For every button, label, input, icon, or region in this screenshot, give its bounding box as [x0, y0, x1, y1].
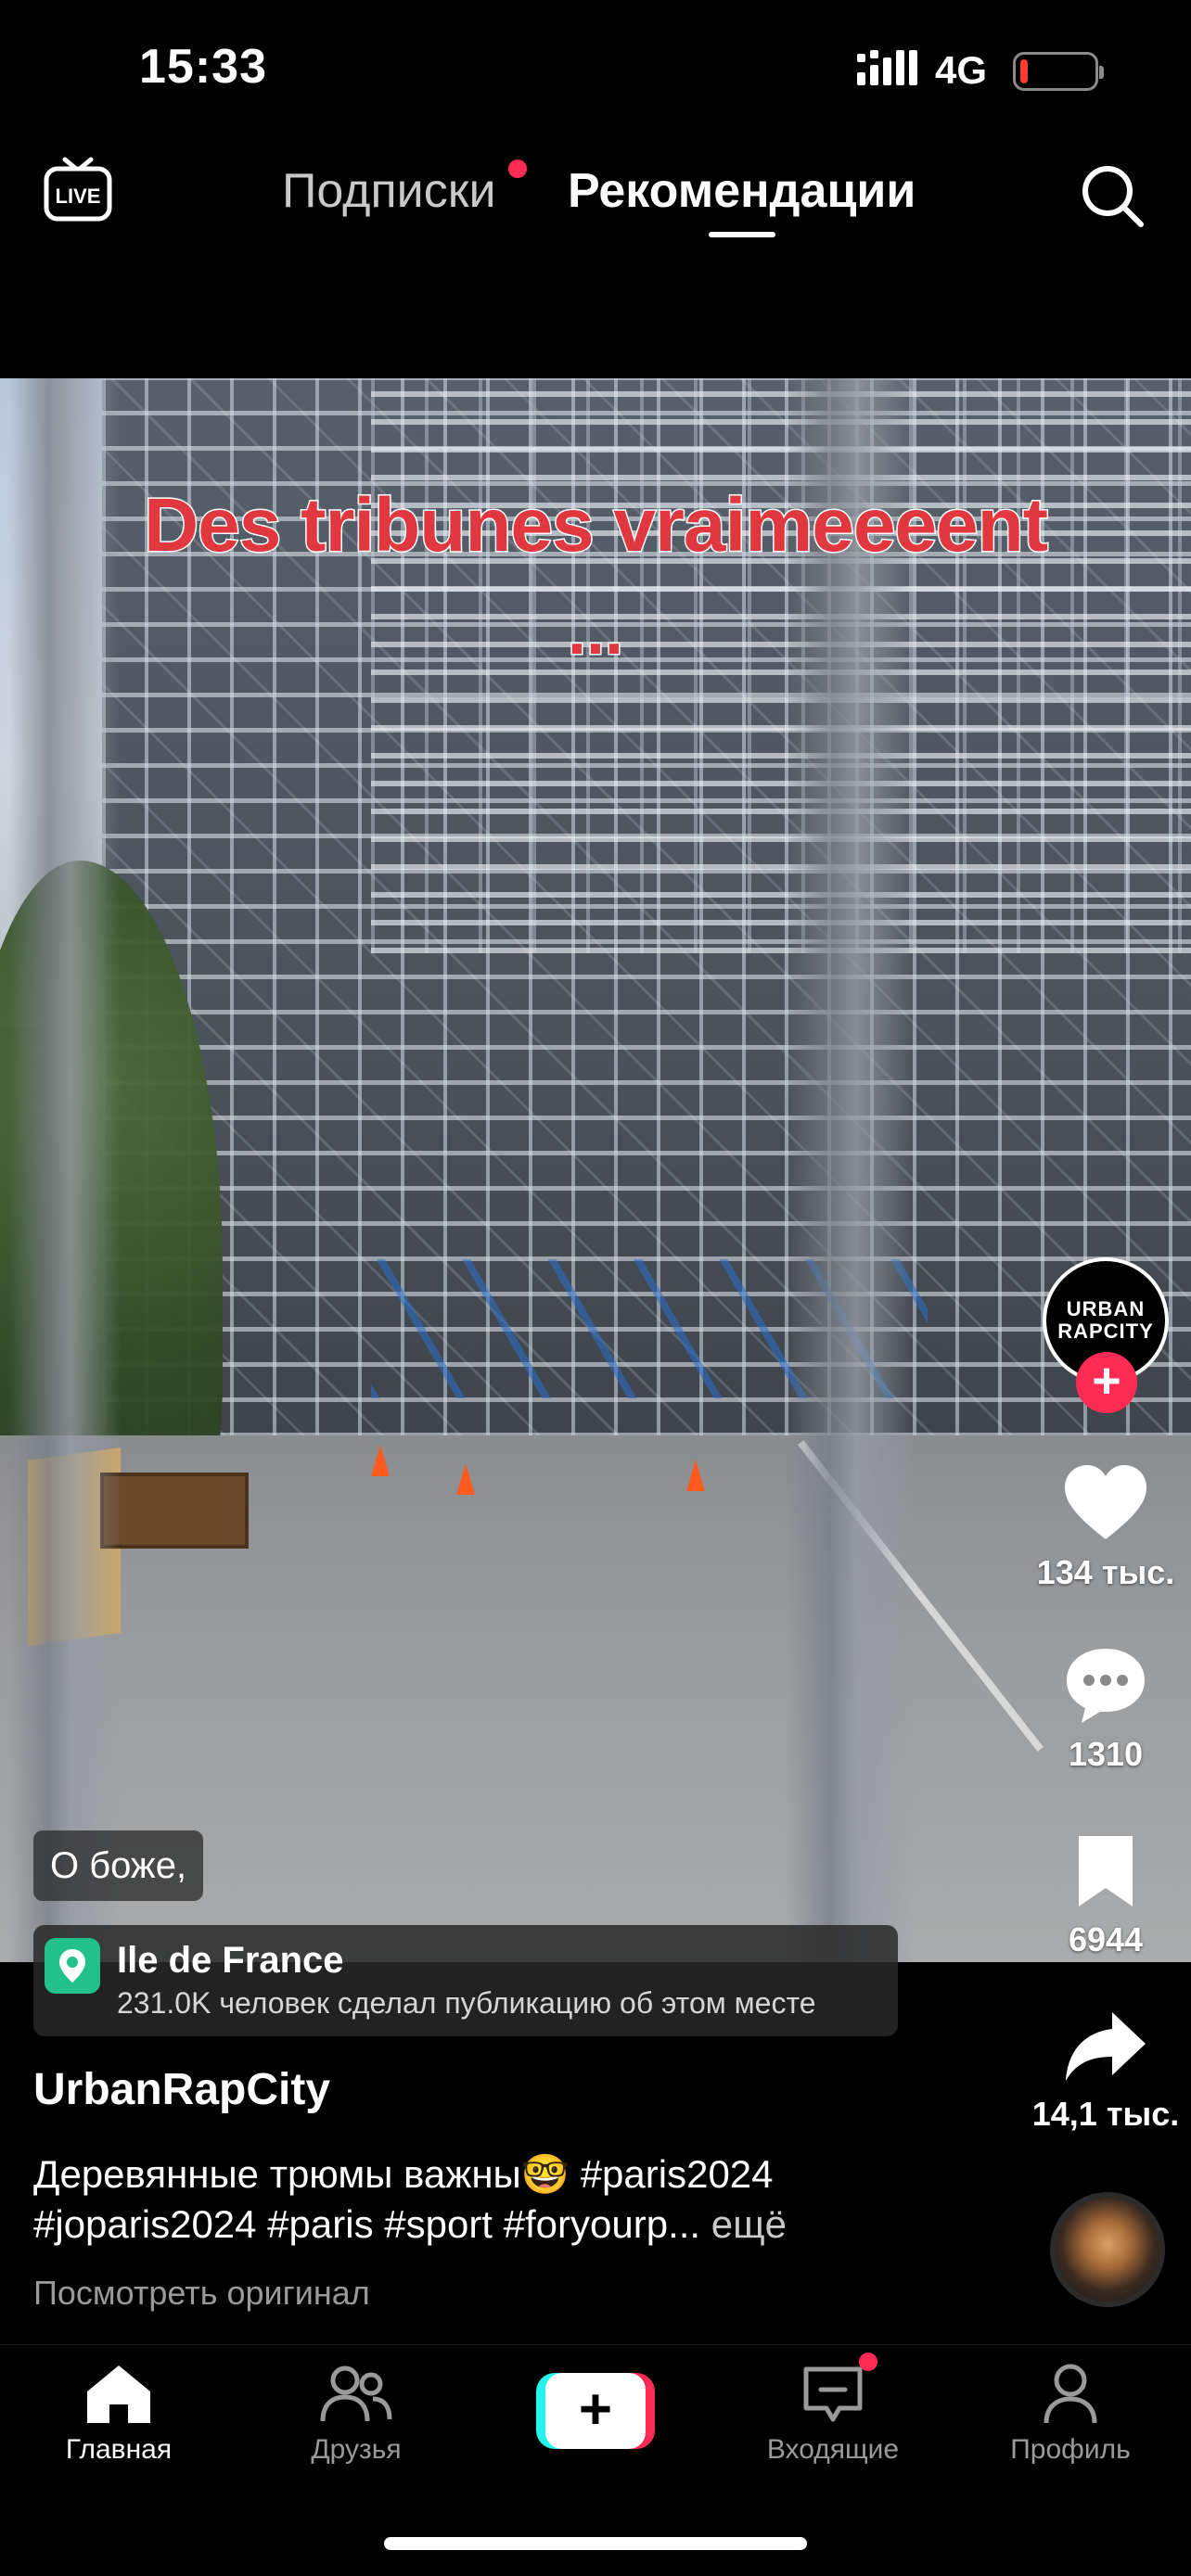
status-time: 15:33 — [139, 40, 267, 94]
comment-icon — [1067, 1649, 1145, 1723]
tab-friends-label: Друзья — [311, 2434, 402, 2465]
video-overlay-ellipsis: ... — [566, 593, 624, 670]
tab-inbox-label: Входящие — [766, 2434, 900, 2465]
profile-icon — [1044, 2364, 1097, 2424]
video-crate — [100, 1473, 249, 1549]
location-post-count: 231.0K человек сделал публикацию об этом… — [117, 1986, 816, 2020]
video-player[interactable]: Des tribunes vraimeeeent ... О боже, — [0, 378, 1191, 1962]
caption-line-1: Деревянные трюмы важны🤓 #paris2024 — [33, 2152, 774, 2196]
location-pin-icon — [45, 1938, 100, 1994]
friends-icon — [320, 2366, 392, 2422]
battery-level — [1020, 59, 1028, 83]
video-sticker-text: О боже, — [33, 1830, 204, 1901]
network-type: 4G — [935, 48, 988, 92]
creator-avatar-logo: URBAN RAPCITY — [1057, 1297, 1154, 1343]
inbox-notification-dot — [859, 2353, 877, 2371]
top-nav: LIVE Подписки Рекомендации — [0, 139, 1191, 250]
notification-dot — [508, 159, 527, 178]
location-name: Ile de France — [117, 1940, 344, 1981]
creator-username[interactable]: UrbanRapCity — [33, 2064, 330, 2115]
search-icon[interactable] — [1076, 159, 1146, 230]
like-count: 134 тыс. — [1036, 1553, 1175, 1591]
cellular-signal-icon — [857, 50, 917, 85]
battery-icon — [1013, 52, 1104, 91]
video-overlay-text: Des tribunes vraimeeeent — [142, 482, 1049, 569]
bookmark-icon — [1079, 1836, 1133, 1906]
comment-button[interactable]: 1310 — [1031, 1645, 1180, 1774]
create-button[interactable]: + — [536, 2373, 655, 2449]
see-original-link[interactable]: Посмотреть оригинал — [33, 2274, 370, 2313]
share-button[interactable]: 14,1 тыс. — [1031, 2009, 1180, 2134]
plus-icon: + — [545, 2373, 646, 2449]
tab-following[interactable]: Подписки — [282, 163, 496, 219]
home-indicator[interactable] — [384, 2537, 807, 2550]
status-bar: 15:33 4G — [0, 0, 1191, 139]
live-tv-icon[interactable]: LIVE — [43, 156, 113, 226]
tab-for-you[interactable]: Рекомендации — [568, 163, 916, 219]
video-traffic-cone — [686, 1460, 705, 1491]
share-arrow-icon — [1066, 2012, 1146, 2081]
video-traffic-cone — [456, 1463, 475, 1495]
video-traffic-cone — [371, 1445, 390, 1476]
active-tab-indicator — [709, 232, 775, 237]
caption-line-2: #joparis2024 #paris #sport #foryourp... — [33, 2202, 701, 2246]
tab-friends[interactable]: Друзья — [263, 2362, 449, 2466]
home-icon — [87, 2366, 150, 2423]
heart-icon — [1065, 1465, 1146, 1539]
tab-home-label: Главная — [65, 2434, 173, 2465]
tab-home[interactable]: Главная — [26, 2362, 211, 2466]
music-disc-avatar[interactable] — [1050, 2192, 1165, 2307]
inbox-icon — [803, 2366, 863, 2422]
live-label: LIVE — [56, 185, 101, 208]
tab-profile-label: Профиль — [1010, 2434, 1131, 2465]
caption-line-2-wrap: #joparis2024 #paris #sport #foryourp... … — [33, 2200, 998, 2250]
tab-profile[interactable]: Профиль — [978, 2362, 1163, 2466]
save-button[interactable]: 6944 — [1031, 1832, 1180, 1959]
comment-count: 1310 — [1068, 1735, 1144, 1773]
tab-inbox[interactable]: Входящие — [740, 2362, 926, 2466]
caption-more-link[interactable]: ещё — [711, 2202, 787, 2246]
video-caption[interactable]: Деревянные трюмы важны🤓 #paris2024 #jopa… — [33, 2149, 998, 2250]
location-bar[interactable]: Ile de France 231.0K человек сделал публ… — [33, 1925, 898, 2036]
follow-button[interactable]: + — [1076, 1352, 1137, 1413]
save-count: 6944 — [1068, 1920, 1144, 1958]
share-count: 14,1 тыс. — [1031, 2095, 1180, 2133]
like-button[interactable]: 134 тыс. — [1031, 1463, 1180, 1592]
